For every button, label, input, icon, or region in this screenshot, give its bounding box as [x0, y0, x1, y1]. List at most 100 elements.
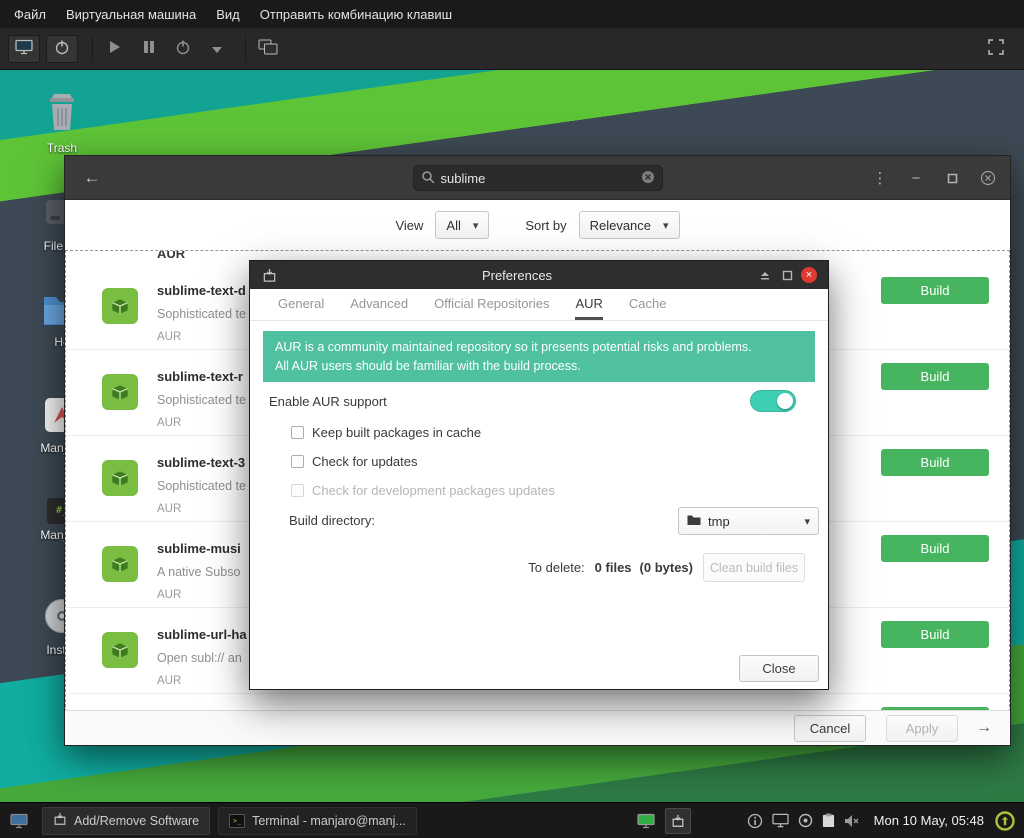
run-button[interactable] — [101, 35, 129, 63]
checkbox-icon — [291, 484, 304, 497]
to-delete-label: To delete: — [528, 560, 584, 575]
close-icon[interactable] — [974, 164, 1002, 192]
package-description: Open subl:// an — [157, 651, 242, 665]
shutdown-menu-button[interactable] — [203, 35, 231, 63]
tab-official-repositories[interactable]: Official Repositories — [434, 296, 549, 320]
pamac-tray-icon[interactable] — [665, 808, 691, 834]
menu-send-key[interactable]: Отправить комбинацию клавиш — [250, 7, 462, 22]
pause-icon — [143, 40, 155, 57]
details-button[interactable] — [46, 35, 78, 63]
chevron-down-icon: ▾ — [663, 219, 669, 232]
vm-menubar: Файл Виртуальная машина Вид Отправить ко… — [0, 0, 1024, 28]
display-settings-icon[interactable] — [772, 813, 789, 828]
search-input[interactable] — [441, 171, 635, 186]
clean-build-files-button[interactable]: Clean build files — [703, 553, 805, 582]
vm-toolbar — [0, 28, 1024, 70]
toolbar-separator — [245, 36, 246, 62]
tab-cache[interactable]: Cache — [629, 296, 667, 320]
sort-by-label: Sort by — [525, 218, 566, 233]
package-icon — [102, 288, 138, 324]
vm-display-tray-icon[interactable] — [637, 813, 655, 829]
view-value: All — [446, 218, 460, 233]
view-dropdown[interactable]: All ▾ — [435, 211, 489, 239]
package-icon — [102, 460, 138, 496]
build-button[interactable]: Build — [881, 277, 989, 304]
enable-aur-toggle[interactable] — [750, 390, 796, 412]
back-button[interactable]: ← — [79, 156, 105, 200]
trash-icon — [42, 122, 82, 137]
chevron-down-icon: ▾ — [473, 219, 479, 232]
toolbar-separator — [92, 36, 93, 62]
checkbox-label: Check for development packages updates — [312, 483, 555, 498]
taskbar-window-title: Terminal - manjaro@manj... — [252, 814, 406, 828]
dialog-tabs: General Advanced Official Repositories A… — [250, 289, 828, 321]
shade-icon[interactable] — [754, 264, 776, 286]
pause-button[interactable] — [135, 35, 163, 63]
package-repo-tag: AUR — [157, 503, 181, 515]
pamac-icon — [53, 812, 67, 829]
notification-info-icon[interactable] — [747, 813, 763, 829]
displays-button[interactable] — [254, 35, 282, 63]
build-directory-dropdown[interactable]: tmp ▾ — [678, 507, 819, 535]
sort-dropdown[interactable]: Relevance ▾ — [579, 211, 680, 239]
dual-display-icon — [258, 39, 278, 58]
cancel-button[interactable]: Cancel — [794, 715, 866, 742]
taskbar-window-pamac[interactable]: Add/Remove Software — [42, 807, 210, 835]
build-button[interactable]: Build — [881, 621, 989, 648]
system-tray: Mon 10 May, 05:48 — [628, 808, 1018, 834]
banner-line-2: All AUR users should be familiar with th… — [275, 357, 803, 376]
terminal-icon: >_ — [229, 814, 245, 828]
enable-aur-label: Enable AUR support — [269, 394, 387, 409]
window-headerbar: ← ⋮ − — [65, 156, 1010, 200]
pamac-app-icon — [258, 264, 280, 286]
close-dialog-icon[interactable]: × — [798, 264, 820, 286]
power-icon — [175, 39, 191, 58]
volume-muted-icon[interactable] — [844, 814, 860, 828]
power-info-icon — [54, 39, 70, 58]
tab-aur[interactable]: AUR — [575, 296, 602, 320]
window-action-bar: Cancel Apply → — [65, 710, 1010, 745]
package-icon — [102, 374, 138, 410]
taskbar: Add/Remove Software >_ Terminal - manjar… — [0, 802, 1024, 838]
checkbox-icon[interactable] — [291, 426, 304, 439]
view-label: View — [395, 218, 423, 233]
update-notifier-icon[interactable] — [994, 810, 1016, 832]
tab-general[interactable]: General — [278, 296, 324, 320]
check-updates-checkbox-row[interactable]: Check for updates — [291, 451, 418, 471]
dialog-title: Preferences — [280, 268, 754, 283]
taskbar-window-title: Add/Remove Software — [74, 814, 199, 828]
maximize-icon[interactable] — [938, 164, 966, 192]
console-button[interactable] — [8, 35, 40, 63]
tab-advanced[interactable]: Advanced — [350, 296, 408, 320]
clipboard-icon[interactable] — [822, 813, 835, 828]
folder-icon — [687, 514, 701, 529]
checkbox-icon[interactable] — [291, 455, 304, 468]
banner-line-1: AUR is a community maintained repository… — [275, 338, 803, 357]
fullscreen-button[interactable] — [982, 35, 1010, 63]
menu-file[interactable]: Файл — [4, 7, 56, 22]
package-title: sublime-url-ha — [157, 627, 247, 642]
close-button[interactable]: Close — [739, 655, 819, 682]
keep-built-packages-checkbox-row[interactable]: Keep built packages in cache — [291, 422, 481, 442]
desktop-icon-trash[interactable]: Trash — [18, 90, 106, 155]
build-button[interactable]: Build — [881, 363, 989, 390]
minimize-icon[interactable]: − — [902, 164, 930, 192]
shutdown-button[interactable] — [169, 35, 197, 63]
menu-kebab-icon[interactable]: ⋮ — [866, 164, 894, 192]
apply-button[interactable]: Apply — [886, 715, 958, 742]
filter-bar: View All ▾ Sort by Relevance ▾ — [65, 200, 1010, 250]
taskbar-window-terminal[interactable]: >_ Terminal - manjaro@manj... — [218, 807, 417, 835]
build-button[interactable]: Build — [881, 449, 989, 476]
show-desktop-icon[interactable] — [6, 808, 32, 834]
menu-view[interactable]: Вид — [206, 7, 250, 22]
build-button[interactable]: Build — [881, 535, 989, 562]
clock[interactable]: Mon 10 May, 05:48 — [874, 813, 984, 828]
package-title: sublime-text-3 — [157, 455, 245, 470]
maximize-icon[interactable] — [776, 264, 798, 286]
screen: Файл Виртуальная машина Вид Отправить ко… — [0, 0, 1024, 838]
clear-search-icon[interactable] — [641, 170, 655, 187]
aur-warning-banner: AUR is a community maintained repository… — [263, 331, 815, 382]
forward-arrow-icon[interactable]: → — [976, 719, 992, 737]
status-orb-icon[interactable] — [798, 813, 813, 828]
menu-virtual-machine[interactable]: Виртуальная машина — [56, 7, 206, 22]
